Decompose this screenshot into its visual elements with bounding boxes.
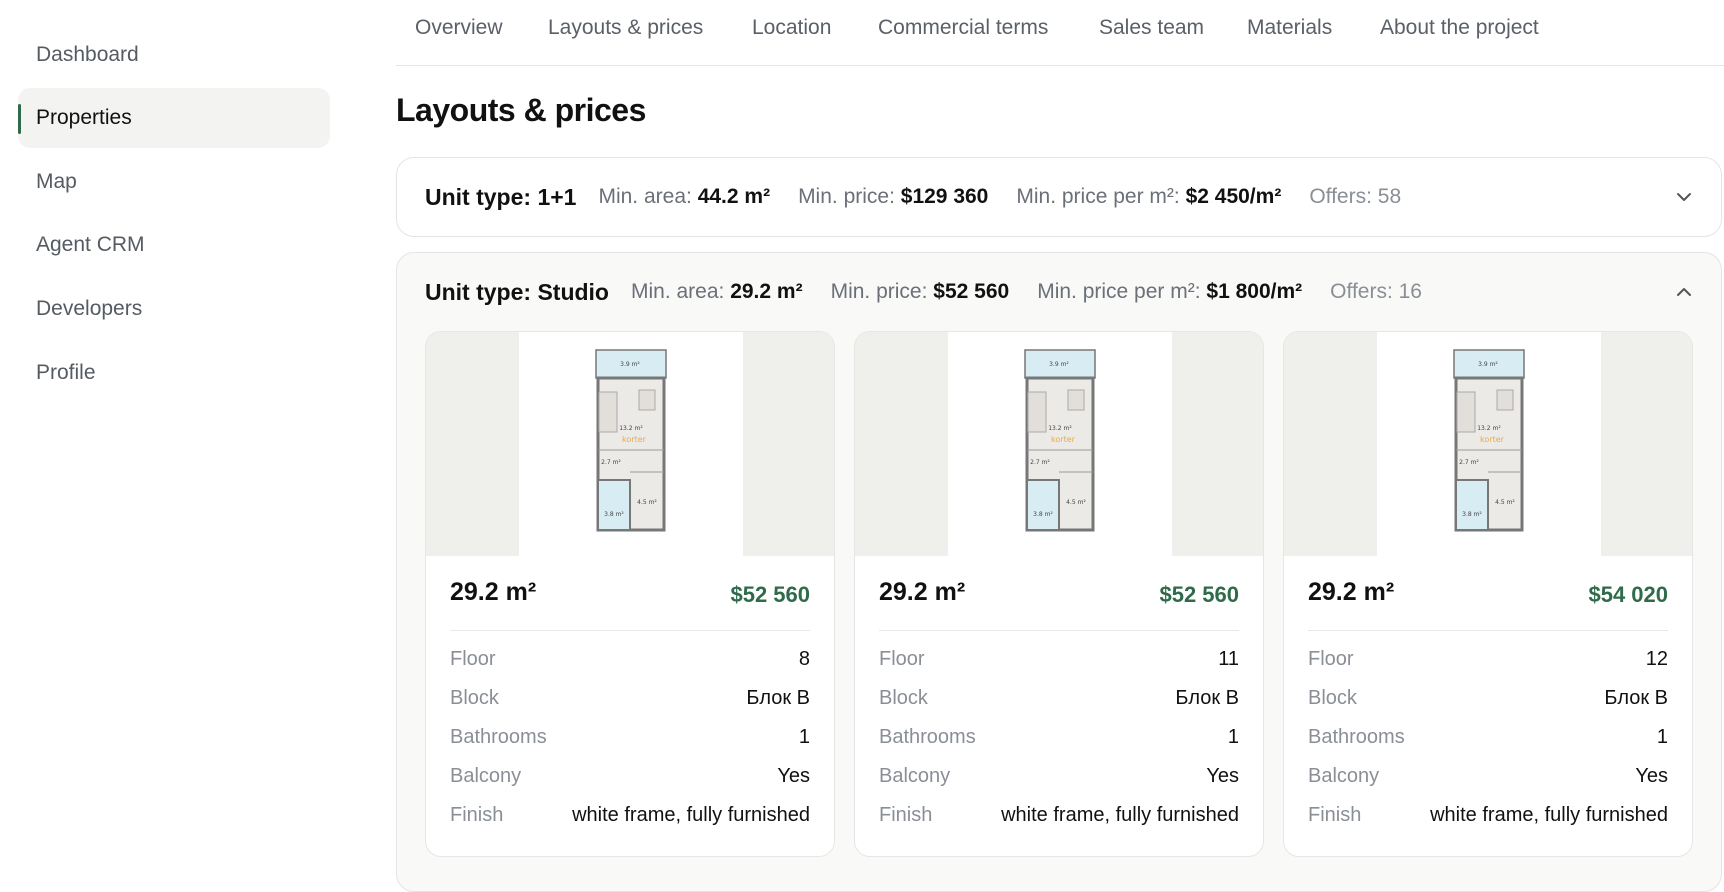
- min-price-per-m2: Min. price per m²: $1 800/m²: [1037, 280, 1303, 303]
- sidebar-item-label: Map: [36, 170, 77, 193]
- plan-label: 13.2 m²: [1477, 425, 1501, 432]
- sidebar-item-properties[interactable]: Properties: [18, 88, 330, 148]
- detail-row-finish: Finish white frame, fully furnished: [1308, 804, 1668, 826]
- floor-plan-drawing: 3.9 m² 13.2 m² korter 2.7 m² 3.8 m² 4.5 …: [1024, 349, 1096, 532]
- tab-layouts-prices[interactable]: Layouts & prices: [548, 16, 703, 40]
- tab-commercial-terms[interactable]: Commercial terms: [878, 16, 1048, 40]
- unit-type-title: Unit type: Studio: [425, 278, 609, 305]
- page-title: Layouts & prices: [396, 92, 646, 128]
- detail-row-balcony: Balcony Yes: [450, 765, 810, 787]
- sidebar-item-label: Developers: [36, 297, 143, 320]
- min-price-per-m2: Min. price per m²: $2 450/m²: [1016, 185, 1282, 208]
- unit-type-accordion[interactable]: Unit type: Studio Min. area: 29.2 m² Min…: [396, 252, 1722, 892]
- watermark-label: korter: [1480, 435, 1505, 444]
- detail-row-balcony: Balcony Yes: [879, 765, 1239, 787]
- unit-type-accordion[interactable]: Unit type: 1+1 Min. area: 44.2 m² Min. p…: [396, 157, 1722, 237]
- detail-row-bathrooms: Bathrooms 1: [879, 726, 1239, 748]
- sidebar-item-profile[interactable]: Profile: [18, 343, 330, 403]
- detail-row-block: Block Блок B: [450, 687, 810, 709]
- plan-label: 2.7 m²: [601, 459, 621, 466]
- detail-row-floor: Floor 8: [450, 648, 810, 670]
- detail-row-bathrooms: Bathrooms 1: [1308, 726, 1668, 748]
- plan-label: 2.7 m²: [1459, 459, 1479, 466]
- floor-plan-drawing: 3.9 m² 13.2 m² korter 2.7 m² 3.8 m² 4.5 …: [595, 349, 667, 532]
- offers-count: Offers: 58: [1309, 185, 1402, 208]
- plan-label: 3.8 m²: [1033, 511, 1053, 518]
- unit-type-title: Unit type: 1+1: [425, 183, 577, 210]
- plan-label: 13.2 m²: [619, 425, 643, 432]
- plan-label: 4.5 m²: [1066, 499, 1086, 506]
- sidebar-item-agent-crm[interactable]: Agent CRM: [18, 215, 330, 275]
- detail-row-finish: Finish white frame, fully furnished: [450, 804, 810, 826]
- detail-row-balcony: Balcony Yes: [1308, 765, 1668, 787]
- chevron-up-icon[interactable]: [1675, 283, 1693, 301]
- floor-plan-image[interactable]: 3.9 m² 13.2 m² korter 2.7 m² 3.8 m² 4.5 …: [1284, 332, 1692, 556]
- plan-label: 3.8 m²: [1462, 511, 1482, 518]
- plan-label: 2.7 m²: [1030, 459, 1050, 466]
- tab-materials[interactable]: Materials: [1247, 16, 1332, 40]
- divider: [1308, 630, 1668, 631]
- sidebar-item-dashboard[interactable]: Dashboard: [18, 25, 330, 85]
- watermark-label: korter: [622, 435, 647, 444]
- plan-label: 4.5 m²: [637, 499, 657, 506]
- detail-row-bathrooms: Bathrooms 1: [450, 726, 810, 748]
- min-area: Min. area: 44.2 m²: [598, 185, 771, 208]
- unit-type-header[interactable]: Unit type: 1+1 Min. area: 44.2 m² Min. p…: [425, 158, 1401, 236]
- min-price: Min. price: $129 360: [798, 185, 989, 208]
- plan-label: 13.2 m²: [1048, 425, 1072, 432]
- sidebar: Dashboard Properties Map Agent CRM Devel…: [0, 0, 340, 866]
- sidebar-item-map[interactable]: Map: [18, 152, 330, 212]
- floor-plan-drawing: 3.9 m² 13.2 m² korter 2.7 m² 3.8 m² 4.5 …: [1453, 349, 1525, 532]
- detail-row-block: Block Блок B: [879, 687, 1239, 709]
- sidebar-item-label: Agent CRM: [36, 233, 145, 256]
- sidebar-item-label: Profile: [36, 361, 96, 384]
- plan-label: 3.9 m²: [1049, 361, 1069, 368]
- divider: [879, 630, 1239, 631]
- plan-label: 3.9 m²: [620, 361, 640, 368]
- listing-card[interactable]: 3.9 m² 13.2 m² korter 2.7 m² 3.8 m² 4.5 …: [1283, 331, 1693, 857]
- floor-plan-image[interactable]: 3.9 m² 13.2 m² korter 2.7 m² 3.8 m² 4.5 …: [426, 332, 834, 556]
- main-content: Overview Layouts & prices Location Comme…: [396, 0, 1724, 892]
- unit-price: $52 560: [730, 582, 810, 607]
- unit-area: 29.2 m²: [1308, 578, 1395, 606]
- floor-plan: 3.9 m² 13.2 m² korter 2.7 m² 3.8 m² 4.5 …: [1377, 332, 1601, 556]
- tab-bar: Overview Layouts & prices Location Comme…: [396, 0, 1724, 66]
- tab-sales-team[interactable]: Sales team: [1099, 16, 1204, 40]
- divider: [450, 630, 810, 631]
- plan-label: 3.8 m²: [604, 511, 624, 518]
- floor-plan: 3.9 m² 13.2 m² korter 2.7 m² 3.8 m² 4.5 …: [519, 332, 743, 556]
- chevron-down-icon[interactable]: [1675, 188, 1693, 206]
- tab-about-project[interactable]: About the project: [1380, 16, 1539, 40]
- sidebar-item-label: Properties: [36, 106, 132, 129]
- tab-location[interactable]: Location: [752, 16, 831, 40]
- detail-row-finish: Finish white frame, fully furnished: [879, 804, 1239, 826]
- floor-plan-image[interactable]: 3.9 m² 13.2 m² korter 2.7 m² 3.8 m² 4.5 …: [855, 332, 1263, 556]
- listing-card[interactable]: 3.9 m² 13.2 m² korter 2.7 m² 3.8 m² 4.5 …: [854, 331, 1264, 857]
- plan-label: 4.5 m²: [1495, 499, 1515, 506]
- unit-area: 29.2 m²: [450, 578, 537, 606]
- unit-type-header[interactable]: Unit type: Studio Min. area: 29.2 m² Min…: [425, 253, 1422, 331]
- min-price: Min. price: $52 560: [830, 280, 1010, 303]
- detail-row-floor: Floor 11: [879, 648, 1239, 670]
- floor-plan: 3.9 m² 13.2 m² korter 2.7 m² 3.8 m² 4.5 …: [948, 332, 1172, 556]
- tab-overview[interactable]: Overview: [415, 16, 503, 40]
- unit-area: 29.2 m²: [879, 578, 966, 606]
- min-area: Min. area: 29.2 m²: [630, 280, 803, 303]
- offers-count: Offers: 16: [1330, 280, 1422, 303]
- plan-label: 3.9 m²: [1478, 361, 1498, 368]
- detail-row-floor: Floor 12: [1308, 648, 1668, 670]
- unit-price: $52 560: [1159, 582, 1239, 607]
- unit-price: $54 020: [1588, 582, 1668, 607]
- listing-card[interactable]: 3.9 m² 13.2 m² korter 2.7 m² 3.8 m² 4.5 …: [425, 331, 835, 857]
- detail-row-block: Block Блок B: [1308, 687, 1668, 709]
- sidebar-item-developers[interactable]: Developers: [18, 279, 330, 339]
- watermark-label: korter: [1051, 435, 1076, 444]
- sidebar-item-label: Dashboard: [36, 43, 139, 66]
